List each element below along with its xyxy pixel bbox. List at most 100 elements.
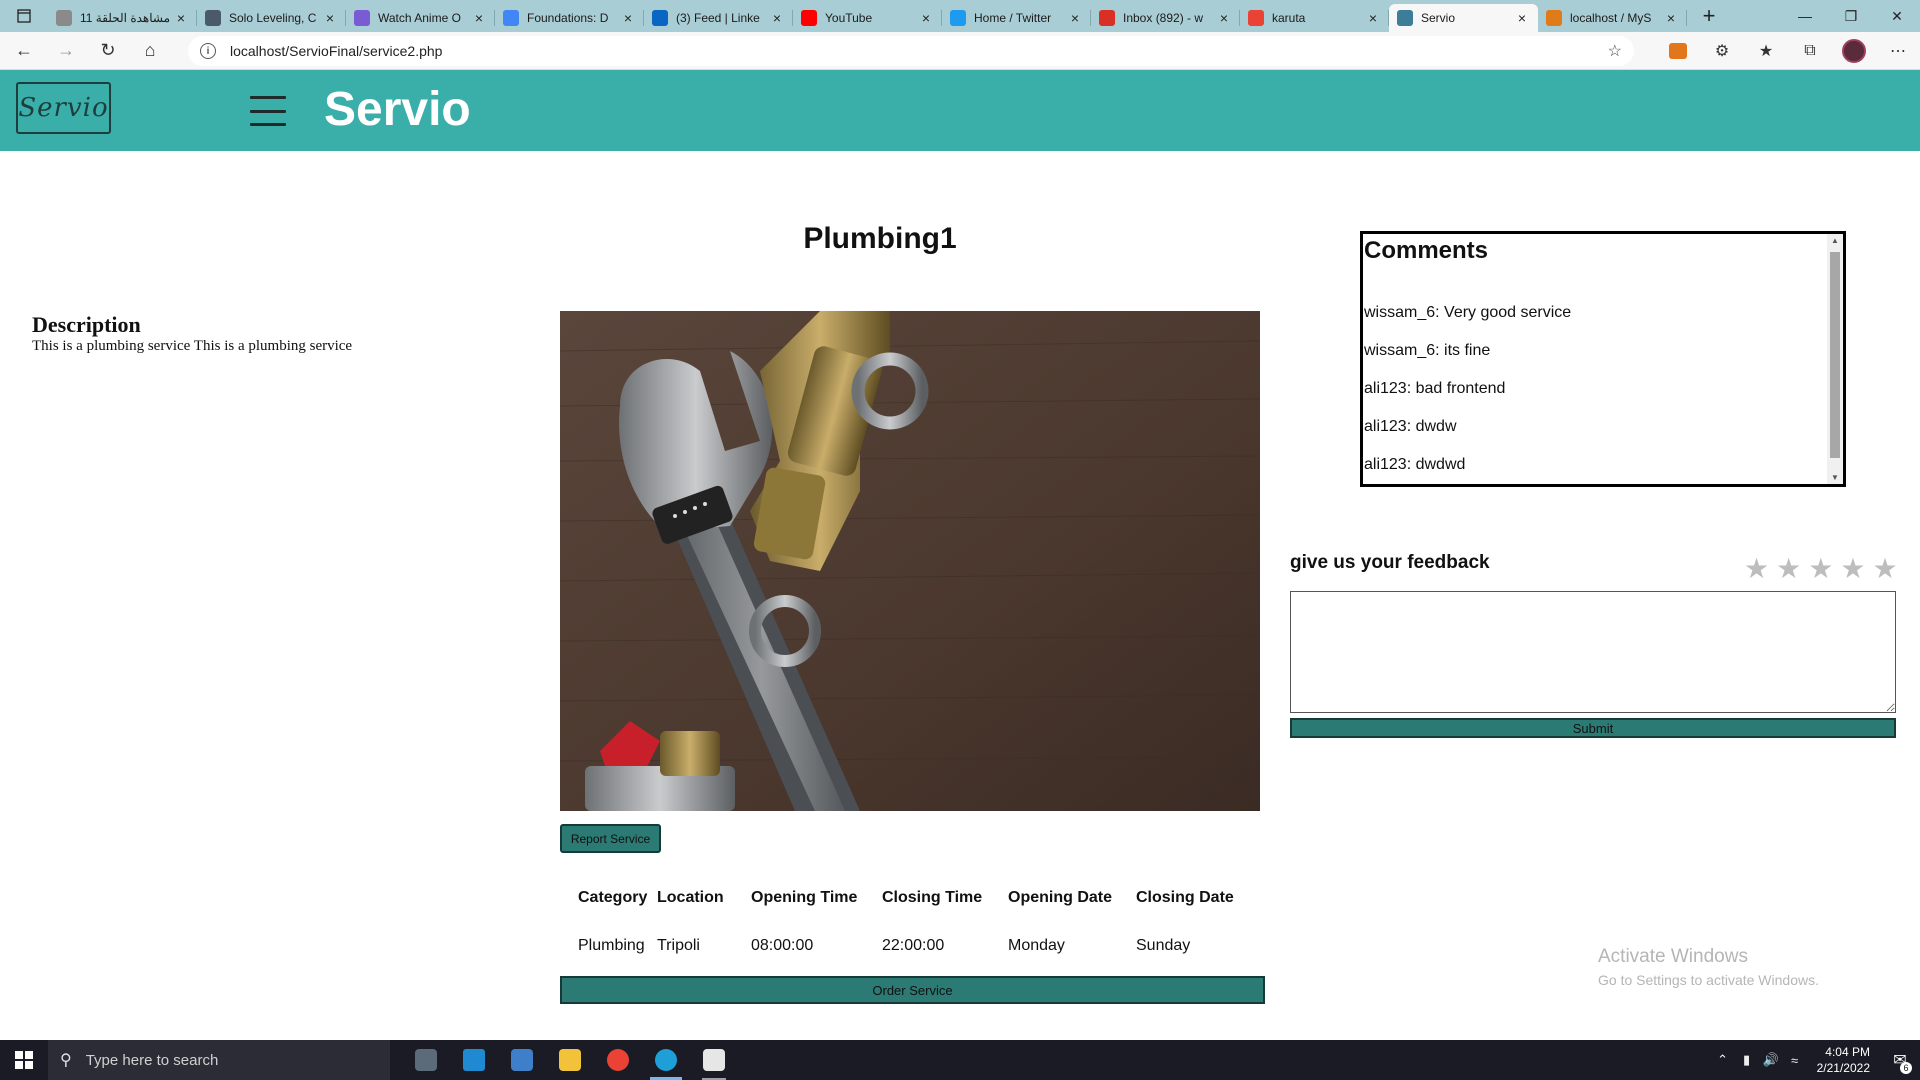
vscode-app-icon[interactable]	[450, 1040, 498, 1080]
back-button[interactable]: ←	[6, 35, 42, 67]
browser-tab[interactable]: مشاهدة الحلقة 11 ×	[48, 4, 197, 32]
clock[interactable]: 4:04 PM 2/21/2022	[1807, 1044, 1880, 1076]
feedback-textarea[interactable]	[1290, 591, 1896, 713]
generic-page	[56, 10, 72, 26]
browser-tab[interactable]: karuta ×	[1240, 4, 1389, 32]
calculator-app-icon[interactable]	[402, 1040, 450, 1080]
close-tab-icon[interactable]: ×	[1216, 10, 1232, 26]
notification-badge: 6	[1900, 1062, 1912, 1074]
chevron-up-icon[interactable]: ⌃	[1711, 1052, 1735, 1068]
add-favorite-icon[interactable]: ☆	[1608, 41, 1622, 61]
taskbar-search-box[interactable]: ⚲ Type here to search	[48, 1040, 390, 1080]
browser-tab[interactable]: Home / Twitter ×	[942, 4, 1091, 32]
tab-title: مشاهدة الحلقة 11	[80, 11, 171, 25]
search-icon: ⚲	[60, 1052, 72, 1069]
table-header: Closing Date	[1136, 889, 1234, 906]
submit-feedback-button[interactable]: Submit	[1290, 718, 1896, 738]
scroll-up-icon[interactable]: ▲	[1827, 236, 1843, 245]
tab-title: Watch Anime O	[378, 11, 461, 25]
restore-button[interactable]: ❐	[1828, 0, 1874, 32]
metamask-extension-icon[interactable]	[1656, 35, 1700, 67]
tab-title: (3) Feed | Linke	[676, 11, 760, 25]
table-header: Location	[657, 889, 724, 906]
file-explorer-icon[interactable]	[546, 1040, 594, 1080]
start-button[interactable]	[0, 1040, 48, 1080]
close-tab-icon[interactable]: ×	[1514, 10, 1530, 26]
scroll-down-icon[interactable]: ▼	[1827, 473, 1843, 482]
comment-item: wissam_6: its fine	[1364, 342, 1491, 359]
star-icon[interactable]: ★	[1808, 555, 1833, 583]
close-tab-icon[interactable]: ×	[620, 10, 636, 26]
notification-center-icon[interactable]: ✉ 6	[1880, 1040, 1920, 1080]
close-tab-icon[interactable]: ×	[471, 10, 487, 26]
close-tab-icon[interactable]: ×	[918, 10, 934, 26]
browser-tab[interactable]: Watch Anime O ×	[346, 4, 495, 32]
wifi-icon[interactable]: ≈	[1783, 1053, 1807, 1068]
comment-item: ali123: bad frontend	[1364, 380, 1506, 397]
new-tab-button[interactable]: +	[1693, 0, 1725, 32]
plumbing-tools-photo	[560, 311, 1260, 811]
star-icon[interactable]: ★	[1744, 555, 1769, 583]
star-icon[interactable]: ★	[1776, 555, 1801, 583]
extensions-icon[interactable]: ⚙	[1700, 35, 1744, 67]
window-controls: — ❐ ✕	[1782, 0, 1920, 32]
browser-tab-bar: مشاهدة الحلقة 11 × Solo Leveling, C × Watch …	[0, 0, 1920, 32]
browser-tab[interactable]: localhost / MyS ×	[1538, 4, 1687, 32]
report-service-button[interactable]: Report Service	[560, 824, 661, 853]
scroll-thumb[interactable]	[1830, 252, 1840, 458]
table-cell: Sunday	[1136, 937, 1191, 954]
browser-tab[interactable]: (3) Feed | Linke ×	[644, 4, 793, 32]
close-tab-icon[interactable]: ×	[1365, 10, 1381, 26]
close-tab-icon[interactable]: ×	[322, 10, 338, 26]
comments-box[interactable]: Comments wissam_6: Very good service wis…	[1360, 231, 1846, 487]
volume-icon[interactable]: 🔊	[1759, 1052, 1783, 1068]
refresh-button[interactable]: ↻	[90, 35, 126, 67]
profile-avatar[interactable]	[1832, 35, 1876, 67]
browser-tab[interactable]: Solo Leveling, C ×	[197, 4, 346, 32]
star-icon[interactable]: ★	[1872, 555, 1897, 583]
comments-list: wissam_6: Very good service wissam_6: it…	[1364, 304, 1571, 484]
chrome-app-icon[interactable]	[594, 1040, 642, 1080]
site-logo[interactable]: Servio	[16, 82, 111, 134]
app-icon[interactable]	[498, 1040, 546, 1080]
star-icon[interactable]: ★	[1840, 555, 1865, 583]
watermark-subtitle: Go to Settings to activate Windows.	[1598, 972, 1819, 988]
close-tab-icon[interactable]: ×	[173, 10, 189, 26]
table-row: Plumbing Tripoli 08:00:00 22:00:00 Monda…	[560, 924, 1260, 968]
more-menu-icon[interactable]: ⋯	[1876, 35, 1920, 67]
browser-tab[interactable]: Inbox (892) - w ×	[1091, 4, 1240, 32]
description-text: This is a plumbing service This is a plu…	[32, 338, 353, 354]
edge-app-icon[interactable]	[642, 1040, 690, 1080]
minimize-button[interactable]: —	[1782, 0, 1828, 32]
page-icon	[1397, 10, 1413, 26]
close-tab-icon[interactable]: ×	[769, 10, 785, 26]
close-tab-icon[interactable]: ×	[1067, 10, 1083, 26]
google-icon	[503, 10, 519, 26]
browser-tab[interactable]: Foundations: D ×	[495, 4, 644, 32]
paint-app-icon[interactable]	[690, 1040, 738, 1080]
play-icon	[354, 10, 370, 26]
site-info-icon[interactable]: i	[200, 43, 216, 59]
favorites-icon[interactable]: ★	[1744, 35, 1788, 67]
close-tab-icon[interactable]: ×	[1663, 10, 1679, 26]
close-window-button[interactable]: ✕	[1874, 0, 1920, 32]
tab-title: localhost / MyS	[1570, 11, 1652, 25]
battery-icon[interactable]: ▮	[1735, 1052, 1759, 1068]
table-cell: Plumbing	[578, 937, 645, 954]
browser-tab[interactable]: YouTube ×	[793, 4, 942, 32]
order-service-button[interactable]: Order Service	[560, 976, 1265, 1004]
search-placeholder: Type here to search	[85, 1051, 219, 1069]
forward-button[interactable]: →	[48, 35, 84, 67]
collections-icon[interactable]: ⧉	[1788, 35, 1832, 67]
watermark-title: Activate Windows	[1598, 946, 1748, 967]
tab-title: YouTube	[825, 11, 873, 25]
tab-title: Foundations: D	[527, 11, 609, 25]
home-button[interactable]: ⌂	[132, 35, 168, 67]
address-bar[interactable]: i localhost/ServioFinal/service2.php ☆	[188, 36, 1634, 66]
hamburger-menu-icon[interactable]	[250, 96, 286, 126]
tab-actions-button[interactable]	[0, 0, 48, 32]
windows-logo-icon	[15, 1051, 33, 1069]
comments-scrollbar[interactable]: ▲ ▼	[1827, 234, 1843, 484]
browser-tab[interactable]: Servio ×	[1389, 4, 1538, 32]
table-cell: Monday	[1008, 937, 1065, 954]
